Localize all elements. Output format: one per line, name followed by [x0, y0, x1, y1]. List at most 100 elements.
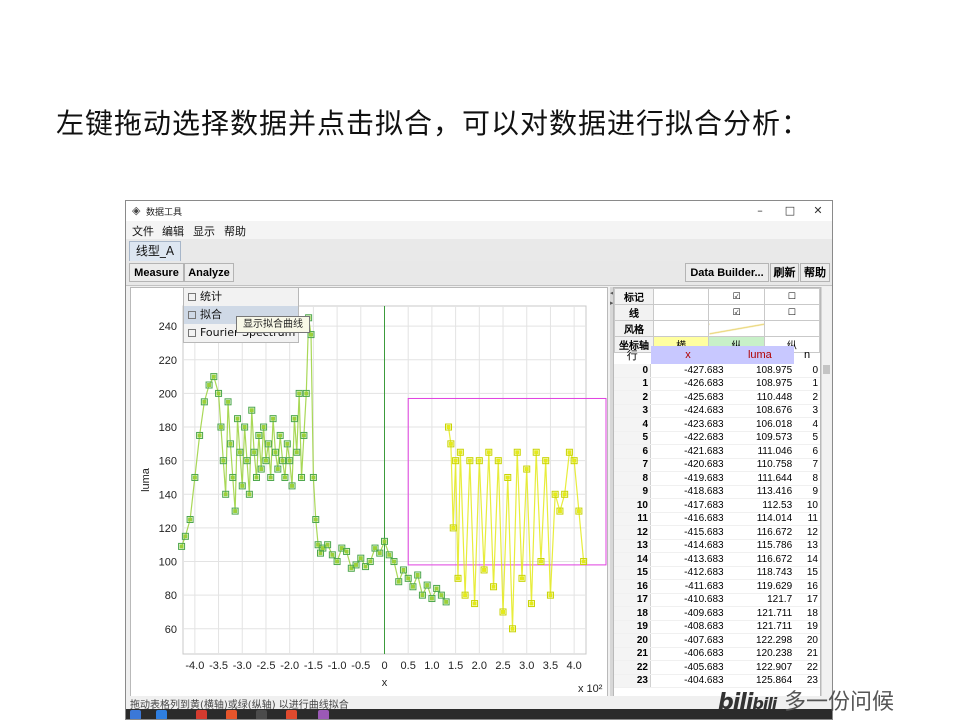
table-cell[interactable]: -423.683: [650, 417, 726, 432]
table-cell[interactable]: 7: [614, 458, 651, 472]
table-row[interactable]: 7 -420.683 110.758 7: [614, 458, 820, 472]
table-cell[interactable]: -404.683: [650, 674, 726, 688]
table-row[interactable]: 12 -415.683 116.672 12: [614, 525, 820, 540]
task-icon-matlab[interactable]: [226, 710, 237, 719]
table-cell[interactable]: 4: [614, 417, 651, 432]
table-cell[interactable]: 18: [614, 606, 651, 621]
task-icon-powerpoint[interactable]: [286, 710, 297, 719]
scatter-chart[interactable]: -4.0 -3.5 -3.0 -2.5 -2.0 -1.5 -1.0 -0.5 0 0.5 1.0 1…: [131, 288, 607, 698]
table-cell[interactable]: -426.683: [650, 377, 726, 391]
table-cell[interactable]: -413.683: [650, 552, 726, 567]
table-cell[interactable]: 109.573: [725, 431, 795, 445]
menu-item-statistics[interactable]: 统计: [184, 288, 298, 306]
table-row[interactable]: 6 -421.683 111.046 6: [614, 444, 820, 459]
task-icon-app[interactable]: [196, 710, 207, 719]
table-cell[interactable]: -412.683: [650, 566, 726, 580]
table-cell[interactable]: 2: [614, 390, 651, 405]
table-cell[interactable]: 19: [794, 620, 820, 634]
table-cell[interactable]: 112.53: [725, 498, 795, 513]
table-cell[interactable]: 22: [614, 660, 651, 675]
table-cell[interactable]: 19: [614, 620, 651, 634]
table-row[interactable]: 20 -407.683 122.298 20: [614, 633, 820, 648]
table-cell[interactable]: -416.683: [650, 512, 726, 526]
table-cell[interactable]: -408.683: [650, 620, 726, 634]
table-cell[interactable]: -420.683: [650, 458, 726, 472]
table-cell[interactable]: 0: [794, 364, 820, 378]
table-cell[interactable]: -419.683: [650, 471, 726, 486]
table-cell[interactable]: 13: [794, 539, 820, 553]
props-cell-n[interactable]: [763, 320, 820, 337]
table-cell[interactable]: 119.629: [725, 579, 795, 594]
table-cell[interactable]: 121.711: [725, 606, 795, 621]
table-row[interactable]: 1 -426.683 108.975 1: [614, 377, 820, 391]
table-cell[interactable]: -415.683: [650, 525, 726, 540]
table-cell[interactable]: 0: [614, 364, 651, 378]
table-cell[interactable]: -425.683: [650, 390, 726, 405]
table-cell[interactable]: -418.683: [650, 485, 726, 499]
table-cell[interactable]: 7: [794, 458, 820, 472]
table-cell[interactable]: -405.683: [650, 660, 726, 675]
table-cell[interactable]: 108.975: [725, 364, 795, 378]
table-cell[interactable]: -422.683: [650, 431, 726, 445]
table-cell[interactable]: 6: [614, 444, 651, 459]
column-header[interactable]: 行: [614, 346, 651, 364]
props-cell-x[interactable]: [652, 320, 710, 337]
table-cell[interactable]: 21: [614, 647, 651, 661]
props-cell-n[interactable]: ☐: [763, 304, 820, 321]
table-cell[interactable]: 121.7: [725, 593, 795, 607]
help-button[interactable]: 帮助: [800, 263, 830, 282]
table-cell[interactable]: 120.238: [725, 647, 795, 661]
table-cell[interactable]: 15: [614, 566, 651, 580]
table-cell[interactable]: -410.683: [650, 593, 726, 607]
task-icon-terminal[interactable]: [256, 710, 267, 719]
table-row[interactable]: 11 -416.683 114.014 11: [614, 512, 820, 526]
menu-view[interactable]: 显示: [193, 223, 215, 239]
table-row[interactable]: 19 -408.683 121.711 19: [614, 620, 820, 634]
table-cell[interactable]: 4: [794, 417, 820, 432]
table-row[interactable]: 14 -413.683 116.672 14: [614, 552, 820, 567]
table-cell[interactable]: 8: [794, 471, 820, 486]
menu-help[interactable]: 帮助: [224, 223, 246, 239]
table-cell[interactable]: 20: [614, 633, 651, 648]
close-button[interactable]: ✕: [804, 203, 832, 219]
table-cell[interactable]: 9: [614, 485, 651, 499]
table-row[interactable]: 2 -425.683 110.448 2: [614, 390, 820, 405]
data-table[interactable]: 行 x luma n 0 -427.683 108.975 0 1 -426.683 108.97…: [614, 346, 820, 688]
table-cell[interactable]: 5: [794, 431, 820, 445]
props-cell-n[interactable]: ☐: [763, 288, 820, 305]
table-cell[interactable]: 122.907: [725, 660, 795, 675]
menu-edit[interactable]: 编辑: [162, 223, 184, 239]
table-cell[interactable]: -424.683: [650, 404, 726, 418]
table-cell[interactable]: 18: [794, 606, 820, 621]
table-row[interactable]: 21 -406.683 120.238 21: [614, 647, 820, 661]
table-cell[interactable]: 5: [614, 431, 651, 445]
measure-button[interactable]: Measure: [129, 263, 184, 282]
table-row[interactable]: 4 -423.683 106.018 4: [614, 417, 820, 432]
table-cell[interactable]: 116.672: [725, 552, 795, 567]
table-cell[interactable]: 14: [614, 552, 651, 567]
table-cell[interactable]: 15: [794, 566, 820, 580]
table-cell[interactable]: 9: [794, 485, 820, 499]
task-icon-edge[interactable]: [130, 710, 141, 719]
table-cell[interactable]: 21: [794, 647, 820, 661]
table-cell[interactable]: -406.683: [650, 647, 726, 661]
table-row[interactable]: 15 -412.683 118.743 15: [614, 566, 820, 580]
table-cell[interactable]: 6: [794, 444, 820, 459]
table-row[interactable]: 10 -417.683 112.53 10: [614, 498, 820, 513]
table-row[interactable]: 9 -418.683 113.416 9: [614, 485, 820, 499]
table-cell[interactable]: 23: [614, 674, 651, 688]
table-cell[interactable]: 1: [794, 377, 820, 391]
table-cell[interactable]: 16: [614, 579, 651, 594]
table-cell[interactable]: 10: [614, 498, 651, 513]
table-cell[interactable]: 110.758: [725, 458, 795, 472]
minimize-button[interactable]: –: [746, 203, 774, 219]
table-cell[interactable]: -409.683: [650, 606, 726, 621]
table-row[interactable]: 3 -424.683 108.676 3: [614, 404, 820, 418]
props-cell-luma[interactable]: ☑: [708, 288, 765, 305]
table-cell[interactable]: 111.046: [725, 444, 795, 459]
task-icon-tool[interactable]: [318, 710, 329, 719]
table-cell[interactable]: 10: [794, 498, 820, 513]
table-cell[interactable]: 122.298: [725, 633, 795, 648]
table-cell[interactable]: 116.672: [725, 525, 795, 540]
table-cell[interactable]: 20: [794, 633, 820, 648]
